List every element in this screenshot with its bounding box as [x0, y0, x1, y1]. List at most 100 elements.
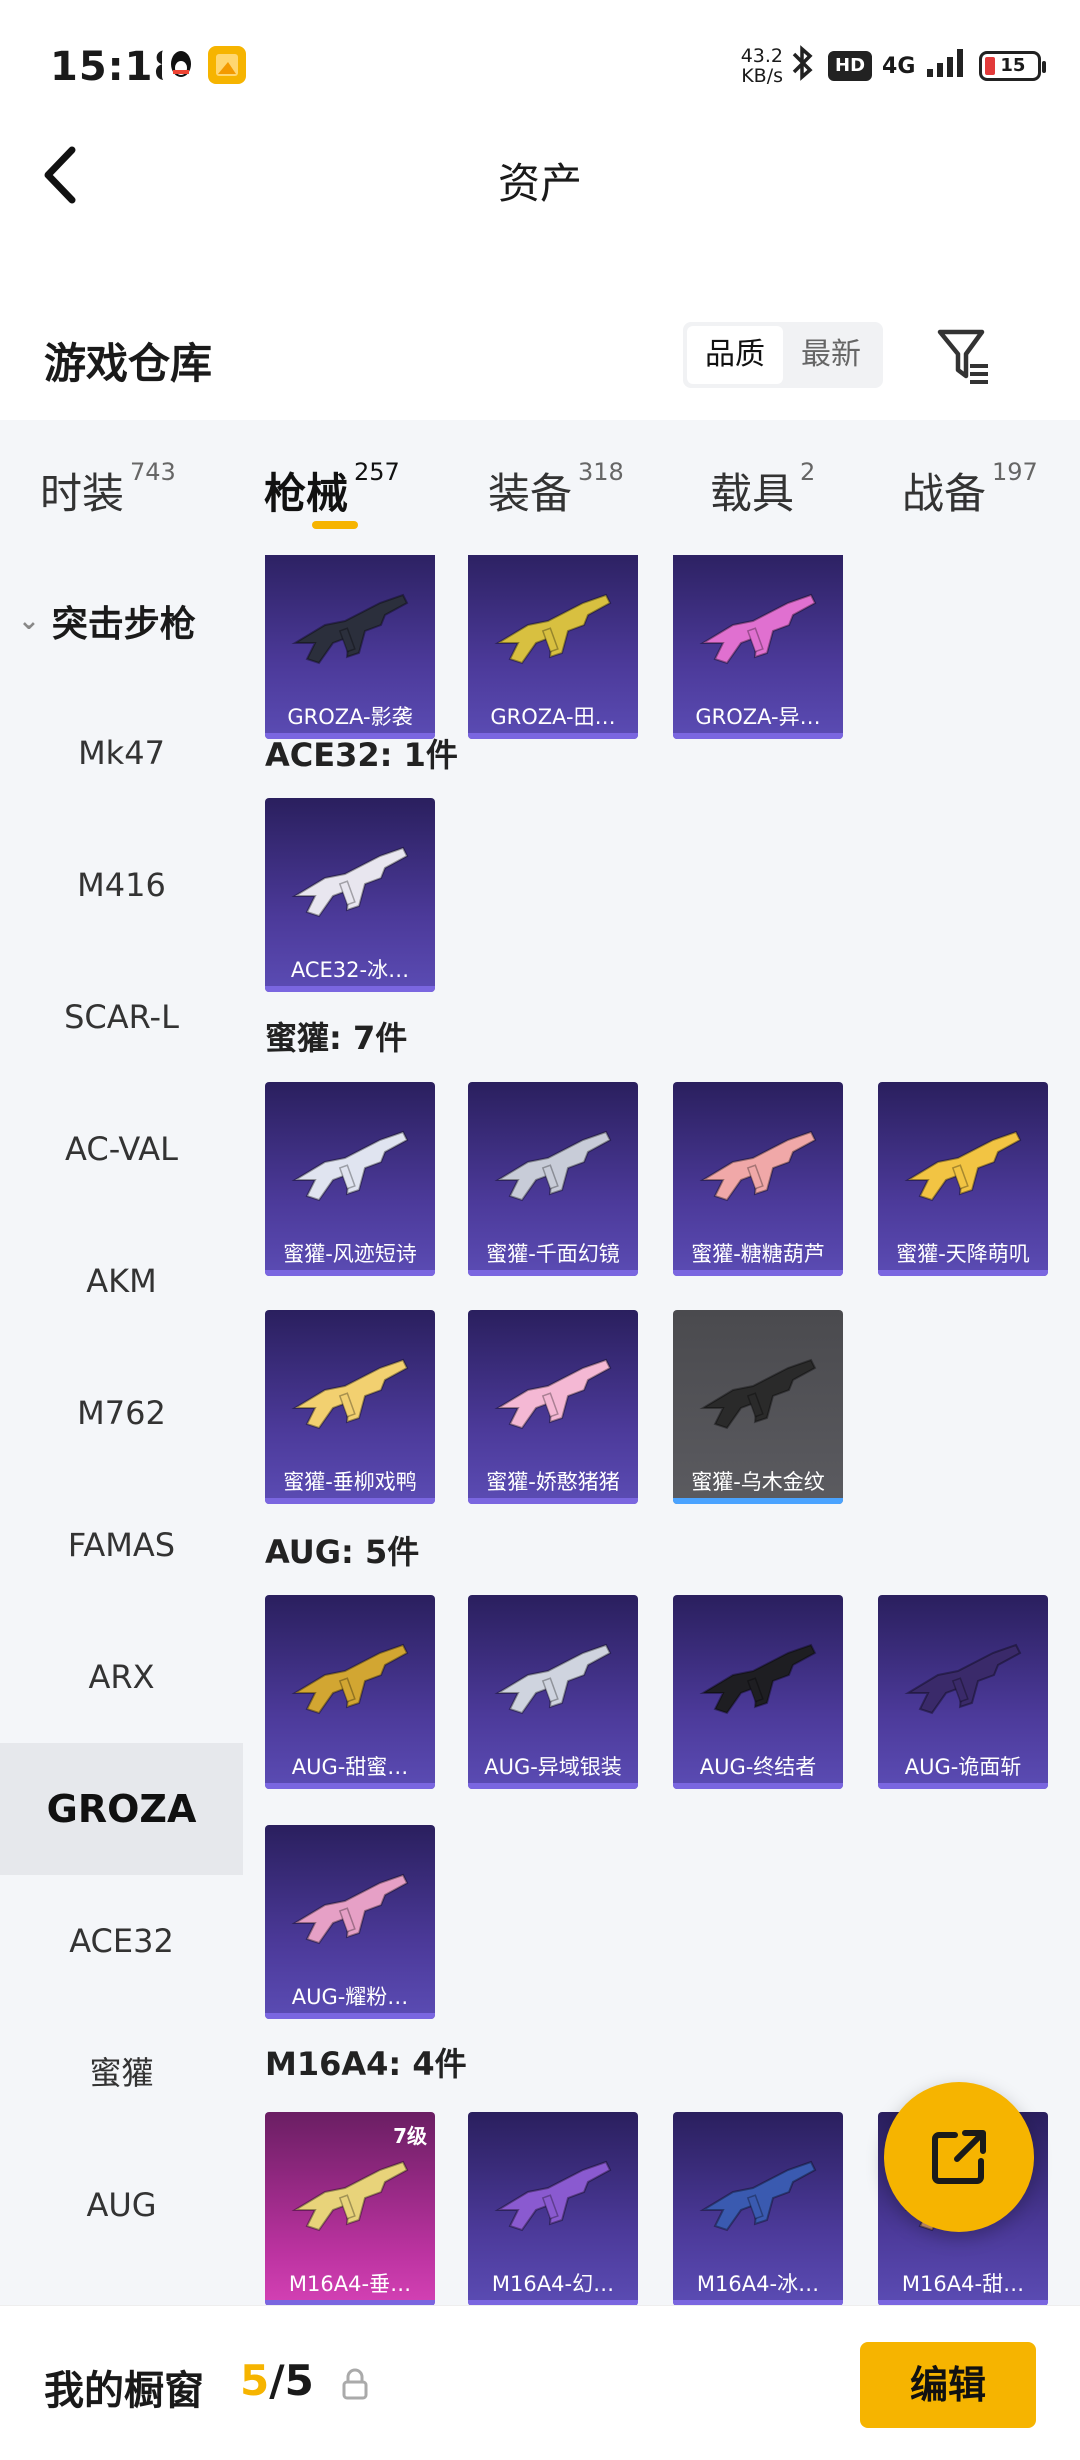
rarity-bar	[468, 1498, 638, 1504]
weapon-skin-card[interactable]: AUG-耀粉…	[265, 1825, 435, 2019]
tab-vehicles[interactable]: 载具 2	[710, 458, 815, 521]
weapon-skin-name: AUG-终结者	[699, 1755, 817, 1779]
weapon-skin-card[interactable]: 蜜獾-娇憨猪猪	[468, 1310, 638, 1504]
sidebar-item-groza[interactable]: GROZA	[0, 1743, 243, 1875]
weapon-skin-card[interactable]: 蜜獾-千面幻镜	[468, 1082, 638, 1276]
sidebar-item-m416[interactable]: M416	[0, 819, 243, 951]
tab-firearms[interactable]: 枪械 257	[264, 458, 400, 521]
rifle-icon	[699, 1130, 817, 1202]
qq-notification-icon	[162, 46, 200, 84]
filter-icon	[937, 329, 988, 384]
weapon-skin-name: M16A4-冰…	[696, 2272, 820, 2296]
tab-label: 载具	[710, 469, 795, 518]
sidebar-category-label: 突击步枪	[51, 604, 196, 645]
rarity-bar	[468, 1270, 638, 1276]
showcase-count: 5/5	[240, 2356, 314, 2405]
weapon-skin-name: GROZA-田…	[490, 705, 616, 729]
sidebar-item-famas[interactable]: FAMAS	[0, 1479, 243, 1611]
tab-count: 197	[992, 458, 1038, 486]
sidebar-item-aug[interactable]: AUG	[0, 2139, 243, 2271]
rarity-bar	[265, 986, 435, 992]
weapon-skin-name: AUG-诡面斩	[904, 1755, 1022, 1779]
rarity-bar	[673, 1783, 843, 1789]
rarity-bar	[265, 2013, 435, 2019]
external-link-icon	[932, 2130, 986, 2184]
tab-equipment[interactable]: 装备 318	[488, 458, 624, 521]
weapon-skin-card[interactable]: ACE32-冰…	[265, 798, 435, 992]
rifle-icon	[904, 1130, 1022, 1202]
sidebar-category[interactable]: ⌄ 突击步枪	[18, 595, 196, 647]
sidebar-item-mk47[interactable]: Mk47	[0, 687, 243, 819]
active-tab-indicator	[312, 521, 358, 529]
weapon-skin-name: 蜜獾-乌木金纹	[691, 1470, 825, 1494]
sort-option-quality[interactable]: 品质	[687, 326, 783, 384]
rarity-bar	[673, 1270, 843, 1276]
rifle-icon	[699, 1643, 817, 1715]
weapon-skin-name: 蜜獾-千面幻镜	[486, 1242, 620, 1266]
sidebar-item-honey-badger[interactable]: 蜜獾	[0, 2007, 243, 2139]
tab-count: 318	[578, 458, 624, 486]
weapon-skin-card[interactable]: 蜜獾-风迹短诗	[265, 1082, 435, 1276]
sidebar-item-scar-l[interactable]: SCAR-L	[0, 951, 243, 1083]
sidebar-item-arx[interactable]: ARX	[0, 1611, 243, 1743]
showcase-bar: 我的橱窗 5/5 编辑	[0, 2305, 1080, 2460]
level-badge: 7级	[393, 2124, 427, 2148]
edit-button[interactable]: 编辑	[860, 2342, 1036, 2428]
weapon-skin-card[interactable]: AUG-甜蜜…	[265, 1595, 435, 1789]
sidebar-item-ace32[interactable]: ACE32	[0, 1875, 243, 2007]
weapon-skin-card[interactable]: 蜜獾-乌木金纹	[673, 1310, 843, 1504]
sort-option-latest[interactable]: 最新	[783, 326, 879, 384]
rarity-bar	[673, 733, 843, 739]
tab-label: 枪械	[264, 469, 349, 518]
rifle-icon	[699, 1358, 817, 1430]
rifle-icon	[904, 1643, 1022, 1715]
signal-icon	[925, 47, 969, 85]
weapon-skin-card[interactable]: GROZA-影袭	[265, 555, 435, 739]
tab-count: 743	[130, 458, 176, 486]
weapon-skin-card[interactable]: 蜜獾-垂柳戏鸭	[265, 1310, 435, 1504]
weapon-skin-card[interactable]: 7级 M16A4-垂…	[265, 2112, 435, 2305]
weapon-skin-card[interactable]: AUG-异域银装	[468, 1595, 638, 1789]
rifle-icon	[291, 2160, 409, 2232]
section-title-m16a4: M16A4: 4件	[265, 2045, 467, 2083]
weapon-skin-name: 蜜獾-天降萌叽	[896, 1242, 1030, 1266]
sidebar-item-akm[interactable]: AKM	[0, 1215, 243, 1347]
share-fab[interactable]	[884, 2082, 1034, 2232]
weapon-grid: ACE32: 1件 蜜獾: 7件 AUG: 5件 M16A4: 4件 GROZA…	[243, 555, 1080, 2305]
weapon-skin-name: 蜜獾-娇憨猪猪	[486, 1470, 620, 1494]
tab-count: 257	[354, 458, 400, 486]
weapon-skin-card[interactable]: 蜜獾-天降萌叽	[878, 1082, 1048, 1276]
weapon-skin-card[interactable]: GROZA-田…	[468, 555, 638, 739]
tab-supplies[interactable]: 战备 197	[902, 458, 1038, 521]
gallery-notification-icon	[208, 46, 246, 84]
page-title: 资产	[497, 159, 582, 208]
rifle-icon	[291, 1873, 409, 1945]
rifle-icon	[494, 1358, 612, 1430]
net-speed-unit: KB/s	[741, 65, 783, 87]
rifle-icon	[699, 2160, 817, 2232]
filter-button[interactable]	[936, 326, 992, 386]
weapon-skin-card[interactable]: GROZA-异…	[673, 555, 843, 739]
weapon-skin-name: M16A4-甜…	[901, 2272, 1025, 2296]
weapon-skin-card[interactable]: 蜜獾-糖糖葫芦	[673, 1082, 843, 1276]
hd-badge: HD	[828, 51, 873, 81]
weapon-skin-card[interactable]: M16A4-冰…	[673, 2112, 843, 2305]
rarity-bar	[468, 733, 638, 739]
lock-icon	[340, 2368, 370, 2402]
weapon-skin-card[interactable]: AUG-诡面斩	[878, 1595, 1048, 1789]
rifle-icon	[494, 1643, 612, 1715]
net-speed-value: 43.2	[740, 45, 783, 67]
tab-fashion[interactable]: 时装 743	[40, 458, 176, 521]
status-bar: 15:18 43.2 KB/s HD 4G 15	[0, 0, 1080, 130]
sidebar-item-m762[interactable]: M762	[0, 1347, 243, 1479]
weapon-skin-name: M16A4-垂…	[288, 2272, 412, 2296]
weapon-skin-card[interactable]: M16A4-幻…	[468, 2112, 638, 2305]
weapon-skin-name: AUG-异域银装	[484, 1755, 622, 1779]
weapon-skin-name: GROZA-异…	[695, 705, 821, 729]
showcase-count-sep: /	[269, 2356, 285, 2405]
rarity-bar	[265, 1498, 435, 1504]
chevron-down-icon: ⌄	[18, 606, 40, 636]
weapon-skin-card[interactable]: AUG-终结者	[673, 1595, 843, 1789]
sidebar-item-ac-val[interactable]: AC-VAL	[0, 1083, 243, 1215]
weapon-skin-name: ACE32-冰…	[290, 958, 410, 982]
